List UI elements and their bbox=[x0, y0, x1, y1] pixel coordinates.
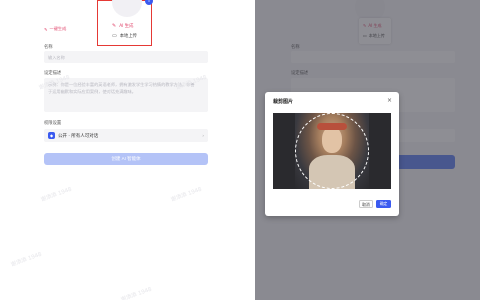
create-agent-button[interactable]: 创建 AI 智能体 bbox=[44, 153, 208, 165]
crop-canvas[interactable] bbox=[273, 113, 391, 189]
avatar-popover-highlight: 0 + ✎ AI 生成 ▭ 本地上传 bbox=[97, 0, 153, 46]
watermark: 谢添添 1948 bbox=[40, 186, 73, 204]
crop-image-dialog: 裁剪图片 × 取消 确定 bbox=[265, 92, 399, 216]
watermark: 谢添添 1948 bbox=[10, 251, 43, 269]
permission-value: 公开 · 所有人可对话 bbox=[58, 133, 99, 139]
crop-selection-circle[interactable] bbox=[295, 113, 369, 189]
permission-select[interactable]: ◆ 公开 · 所有人可对话 › bbox=[44, 129, 208, 142]
popover-ai-generate[interactable]: ✎ AI 生成 bbox=[112, 23, 133, 29]
avatar-edit-badge[interactable]: + bbox=[145, 0, 153, 5]
image-icon: ▭ bbox=[112, 33, 117, 39]
watermark: 谢添添 1948 bbox=[120, 286, 153, 300]
watermark: 谢添添 1948 bbox=[170, 186, 203, 204]
close-icon[interactable]: × bbox=[387, 97, 392, 104]
chevron-right-icon: › bbox=[202, 133, 204, 138]
ai-generate-link[interactable]: ✎ 一键生成 bbox=[44, 26, 66, 32]
ai-wand-icon: ✎ bbox=[44, 26, 48, 32]
cancel-button[interactable]: 取消 bbox=[359, 200, 373, 208]
dialog-title: 裁剪图片 bbox=[273, 99, 294, 105]
name-placeholder: 输入名称 bbox=[48, 55, 65, 60]
confirm-button[interactable]: 确定 bbox=[376, 200, 391, 208]
permission-label: 权限设置 bbox=[44, 121, 62, 126]
lock-icon: ◆ bbox=[48, 132, 55, 139]
ai-wand-icon: ✎ bbox=[112, 23, 117, 29]
avatar[interactable]: 0 + bbox=[112, 0, 153, 17]
create-agent-form: 0 + ✎ AI 生成 ▭ 本地上传 ✎ 一键生成 名称 输入名称 设定描述 示… bbox=[0, 0, 255, 300]
name-input[interactable]: 输入名称 bbox=[44, 51, 208, 63]
name-label: 名称 bbox=[44, 45, 53, 50]
popover-local-upload[interactable]: ▭ 本地上传 bbox=[112, 33, 137, 39]
